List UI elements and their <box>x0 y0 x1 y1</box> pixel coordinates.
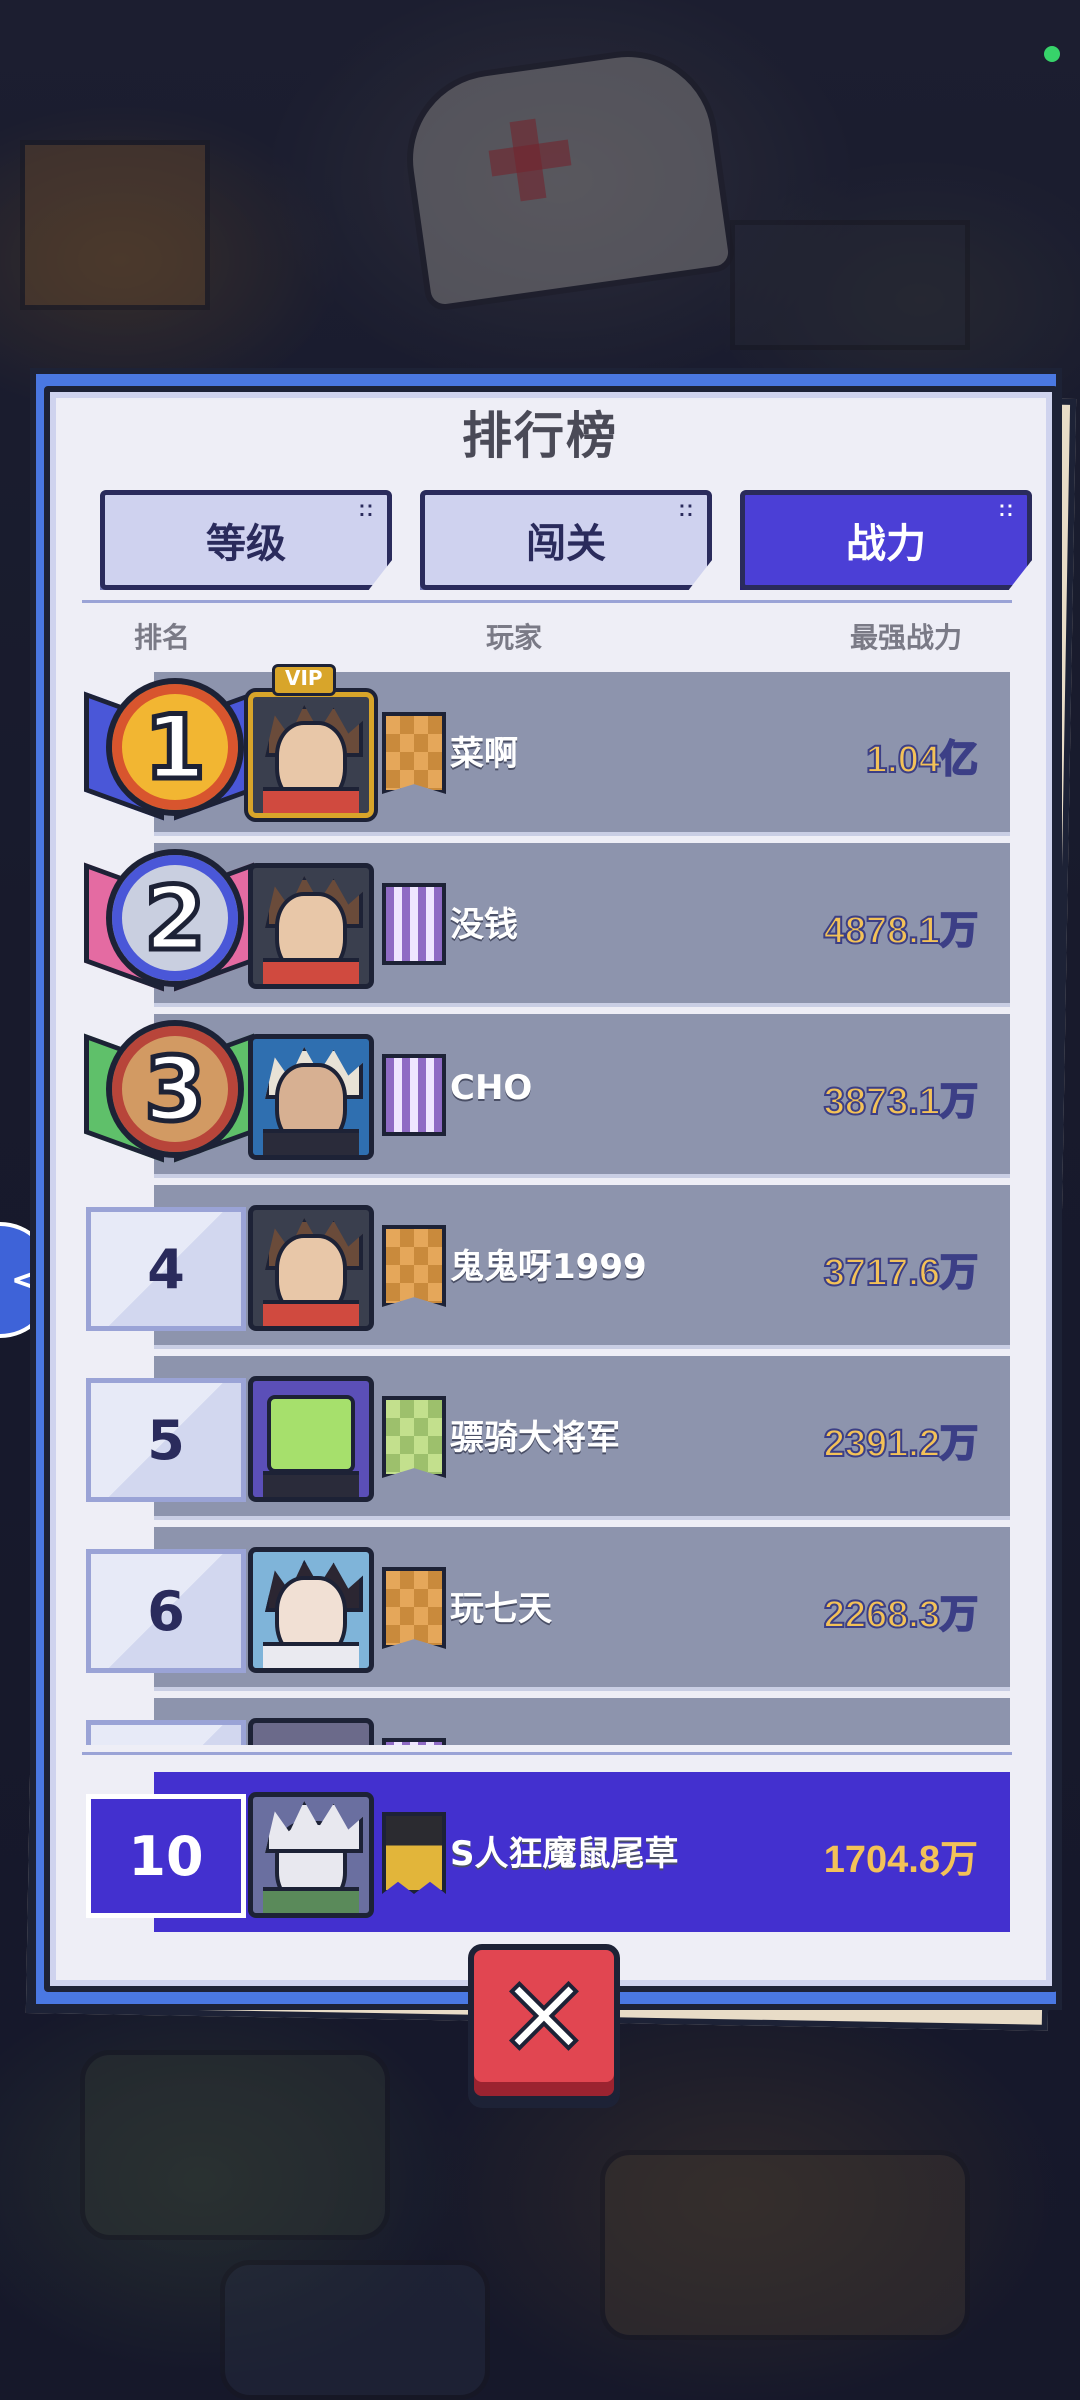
avatar[interactable] <box>248 692 374 818</box>
power-value: 2268.3万 <box>823 1593 979 1637</box>
rank-number: 2 <box>142 864 208 972</box>
avatar-shirt <box>263 1642 359 1668</box>
avatar[interactable] <box>248 1205 374 1331</box>
guild-flag-icon <box>382 1396 446 1478</box>
avatar[interactable] <box>248 1547 374 1673</box>
avatar-shirt <box>263 958 359 984</box>
avatar[interactable] <box>248 1792 374 1918</box>
player-name: 玩七天 <box>450 1589 552 1629</box>
guild-flag-icon <box>382 1567 446 1649</box>
player-name: CHO <box>450 1068 533 1108</box>
vip-badge: VIP <box>272 664 336 696</box>
power-value: 2391.2万 <box>823 1422 979 1466</box>
avatar-shirt <box>263 1129 359 1155</box>
rank-number: 3 <box>142 1035 208 1143</box>
close-icon: ✕ <box>496 1954 592 2082</box>
avatar[interactable] <box>248 1034 374 1160</box>
power-value: 3717.6万 <box>823 1251 979 1295</box>
guild-flag-icon <box>382 1812 446 1894</box>
avatar-face <box>267 1395 355 1473</box>
avatar-shirt <box>263 787 359 813</box>
close-button[interactable]: ✕ <box>468 1944 620 2102</box>
power-value: 4878.1万 <box>823 909 979 953</box>
player-name: 没钱 <box>450 905 518 945</box>
rank-box <box>86 1720 246 1745</box>
avatar-shirt <box>263 1887 359 1913</box>
gold-medal-icon: 1 <box>84 676 254 826</box>
power-value: 3873.1万 <box>823 1080 979 1124</box>
player-name: S人狂魔鼠尾草 <box>450 1834 679 1874</box>
divider <box>82 1752 1012 1755</box>
guild-flag-icon <box>382 1054 446 1136</box>
leaderboard-row[interactable]: 2 没钱 4878.1万 <box>84 843 1010 1007</box>
rank-number: 1 <box>142 693 208 801</box>
leaderboard-row[interactable]: 4 鬼鬼呀1999 3717.6万 <box>84 1185 1010 1349</box>
guild-flag-icon <box>382 1225 446 1307</box>
rank-number: 4 <box>86 1207 246 1331</box>
power-value: 1704.8万 <box>823 1839 978 1881</box>
avatar-shirt <box>263 1471 359 1497</box>
rank-number: 10 <box>86 1794 246 1918</box>
power-value: 1.04亿 <box>865 738 979 782</box>
guild-flag-icon <box>382 1738 446 1745</box>
avatar[interactable] <box>248 1376 374 1502</box>
guild-flag-icon <box>382 712 446 794</box>
medal-disc: 3 <box>106 1020 244 1158</box>
leaderboard-row[interactable]: 5 骠骑大将军 2391.2万 <box>84 1356 1010 1520</box>
leaderboard-row[interactable]: 6 玩七天 2268.3万 <box>84 1527 1010 1691</box>
my-rank-row[interactable]: 10 S人狂魔鼠尾草 1704.8万 <box>84 1772 1010 1932</box>
silver-medal-icon: 2 <box>84 847 254 997</box>
player-name: 骠骑大将军 <box>450 1418 620 1458</box>
leaderboard-list[interactable]: 1 VIP 菜啊 1.04亿 2 没钱 4878.1万 3 CHO 3873.1… <box>0 0 1080 1745</box>
medal-disc: 2 <box>106 849 244 987</box>
player-name: 鬼鬼呀1999 <box>450 1247 647 1287</box>
rank-number: 6 <box>86 1549 246 1673</box>
leaderboard-row[interactable]: 3 CHO 3873.1万 <box>84 1014 1010 1178</box>
avatar[interactable] <box>248 1718 374 1745</box>
avatar-hair <box>265 1801 363 1853</box>
bronze-medal-icon: 3 <box>84 1018 254 1168</box>
avatar-shirt <box>263 1300 359 1326</box>
medal-disc: 1 <box>106 678 244 816</box>
avatar[interactable] <box>248 863 374 989</box>
leaderboard-row[interactable] <box>84 1698 1010 1745</box>
rank-number: 5 <box>86 1378 246 1502</box>
player-name: 菜啊 <box>450 734 518 774</box>
leaderboard-row[interactable]: 1 VIP 菜啊 1.04亿 <box>84 664 1010 836</box>
guild-flag-icon <box>382 883 446 965</box>
